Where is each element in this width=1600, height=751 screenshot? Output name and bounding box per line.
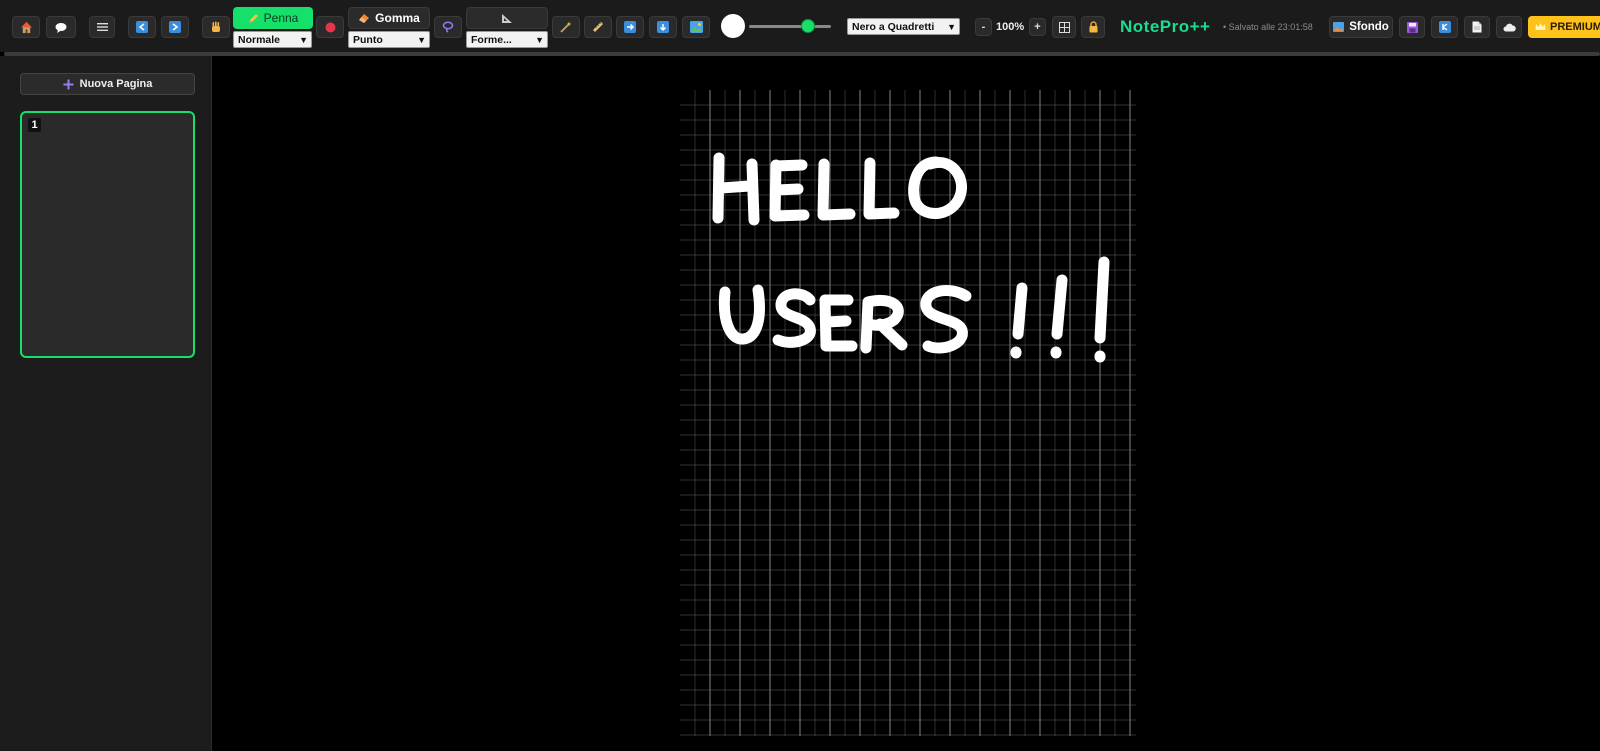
color-picker-button[interactable] <box>316 16 344 38</box>
undo-button[interactable] <box>128 16 156 38</box>
new-page-label: Nuova Pagina <box>79 78 153 90</box>
home-icon <box>20 21 32 33</box>
pen-tool-button[interactable]: Penna <box>233 7 313 29</box>
cloud-sync-button[interactable] <box>1496 16 1522 38</box>
premium-label: PREMIUM <box>1550 21 1600 33</box>
new-page-button[interactable]: Nuova Pagina <box>20 73 195 95</box>
chevron-down-icon: ▼ <box>535 34 544 45</box>
chat-icon <box>55 22 67 33</box>
magic-wand-icon <box>560 21 572 33</box>
drawing-page[interactable] <box>680 90 1136 736</box>
background-style-select[interactable]: Nero a Quadretti ▼ <box>847 18 960 35</box>
brush-size-slider[interactable] <box>721 14 833 38</box>
eraser-tool-button[interactable]: Gomma <box>348 7 430 29</box>
plus-icon <box>63 79 74 89</box>
background-button[interactable]: Sfondo <box>1329 16 1393 38</box>
slider-thumb[interactable] <box>801 19 816 33</box>
drawing-canvas[interactable] <box>680 90 1136 736</box>
home-button[interactable] <box>12 16 40 38</box>
magic-wand-button[interactable] <box>552 16 580 38</box>
image-icon <box>1333 22 1345 32</box>
chevron-down-icon: ▼ <box>417 34 426 45</box>
color-dot-icon <box>325 22 335 32</box>
slider-track <box>749 25 831 28</box>
image-icon <box>689 21 703 33</box>
menu-button[interactable] <box>89 16 115 38</box>
export-pdf-button[interactable] <box>1464 16 1490 38</box>
redo-icon <box>169 21 181 33</box>
eraser-mode-select[interactable]: Punto ▼ <box>348 31 430 48</box>
page-sidebar: Nuova Pagina 1 <box>0 56 212 751</box>
cloud-icon <box>1503 23 1516 31</box>
app-brand: NotePro++ <box>1120 17 1211 36</box>
ruler-triangle-icon <box>502 13 512 23</box>
redo-button[interactable] <box>161 16 189 38</box>
premium-button[interactable]: PREMIUM <box>1528 16 1600 38</box>
document-icon <box>1472 21 1482 33</box>
zoom-in-label: + <box>1034 21 1041 33</box>
zoom-out-label: - <box>981 21 986 33</box>
lock-icon <box>1089 21 1097 33</box>
save-button[interactable] <box>1399 16 1425 38</box>
scroll-down-button[interactable] <box>649 16 677 38</box>
save-status: • Salvato alle 23:01:58 <box>1223 22 1313 32</box>
shapes-mode-value: Forme... <box>471 33 512 46</box>
save-icon <box>1406 21 1418 33</box>
lock-button[interactable] <box>1081 16 1105 38</box>
share-icon <box>1438 21 1451 33</box>
page-thumbnail[interactable]: 1 <box>20 111 195 358</box>
hand-icon <box>212 21 220 32</box>
zoom-level: 100% <box>996 21 1025 33</box>
pen-mode-select[interactable]: Normale ▼ <box>233 31 312 48</box>
share-button[interactable] <box>1431 16 1458 38</box>
grid-icon <box>1058 21 1070 33</box>
zoom-out-button[interactable]: - <box>975 18 992 36</box>
brush-preview <box>721 14 745 38</box>
next-page-button[interactable] <box>616 16 644 38</box>
pen-tool-label: Penna <box>263 11 299 25</box>
toolbar: Penna Normale ▼ Gomma Punto ▼ Forme... ▼ <box>0 0 1600 52</box>
chat-button[interactable] <box>46 16 76 38</box>
undo-icon <box>136 21 148 33</box>
zoom-in-button[interactable]: + <box>1029 18 1046 36</box>
lasso-button[interactable] <box>434 16 462 38</box>
eraser-icon <box>359 13 370 23</box>
lasso-icon <box>442 21 454 33</box>
crown-icon <box>1535 23 1546 30</box>
chevron-down-icon: ▼ <box>947 21 956 32</box>
page-number-badge: 1 <box>28 118 41 132</box>
insert-image-button[interactable] <box>682 16 710 38</box>
grid-toggle-button[interactable] <box>1052 16 1076 38</box>
shapes-tool-button[interactable] <box>466 7 548 29</box>
menu-icon <box>96 23 108 31</box>
eraser-tool-label: Gomma <box>375 11 420 25</box>
arrow-down-icon <box>657 21 669 33</box>
ruler-icon <box>593 22 603 32</box>
pencil-icon <box>248 13 258 23</box>
shapes-select[interactable]: Forme... ▼ <box>466 31 548 48</box>
eraser-mode-value: Punto <box>353 33 383 46</box>
background-style-value: Nero a Quadretti <box>852 20 935 33</box>
chevron-down-icon: ▼ <box>299 34 308 45</box>
background-button-label: Sfondo <box>1349 21 1389 33</box>
hand-tool-button[interactable] <box>202 16 230 38</box>
pen-mode-value: Normale <box>238 33 281 46</box>
ruler-button[interactable] <box>584 16 612 38</box>
arrow-right-icon <box>624 21 636 33</box>
